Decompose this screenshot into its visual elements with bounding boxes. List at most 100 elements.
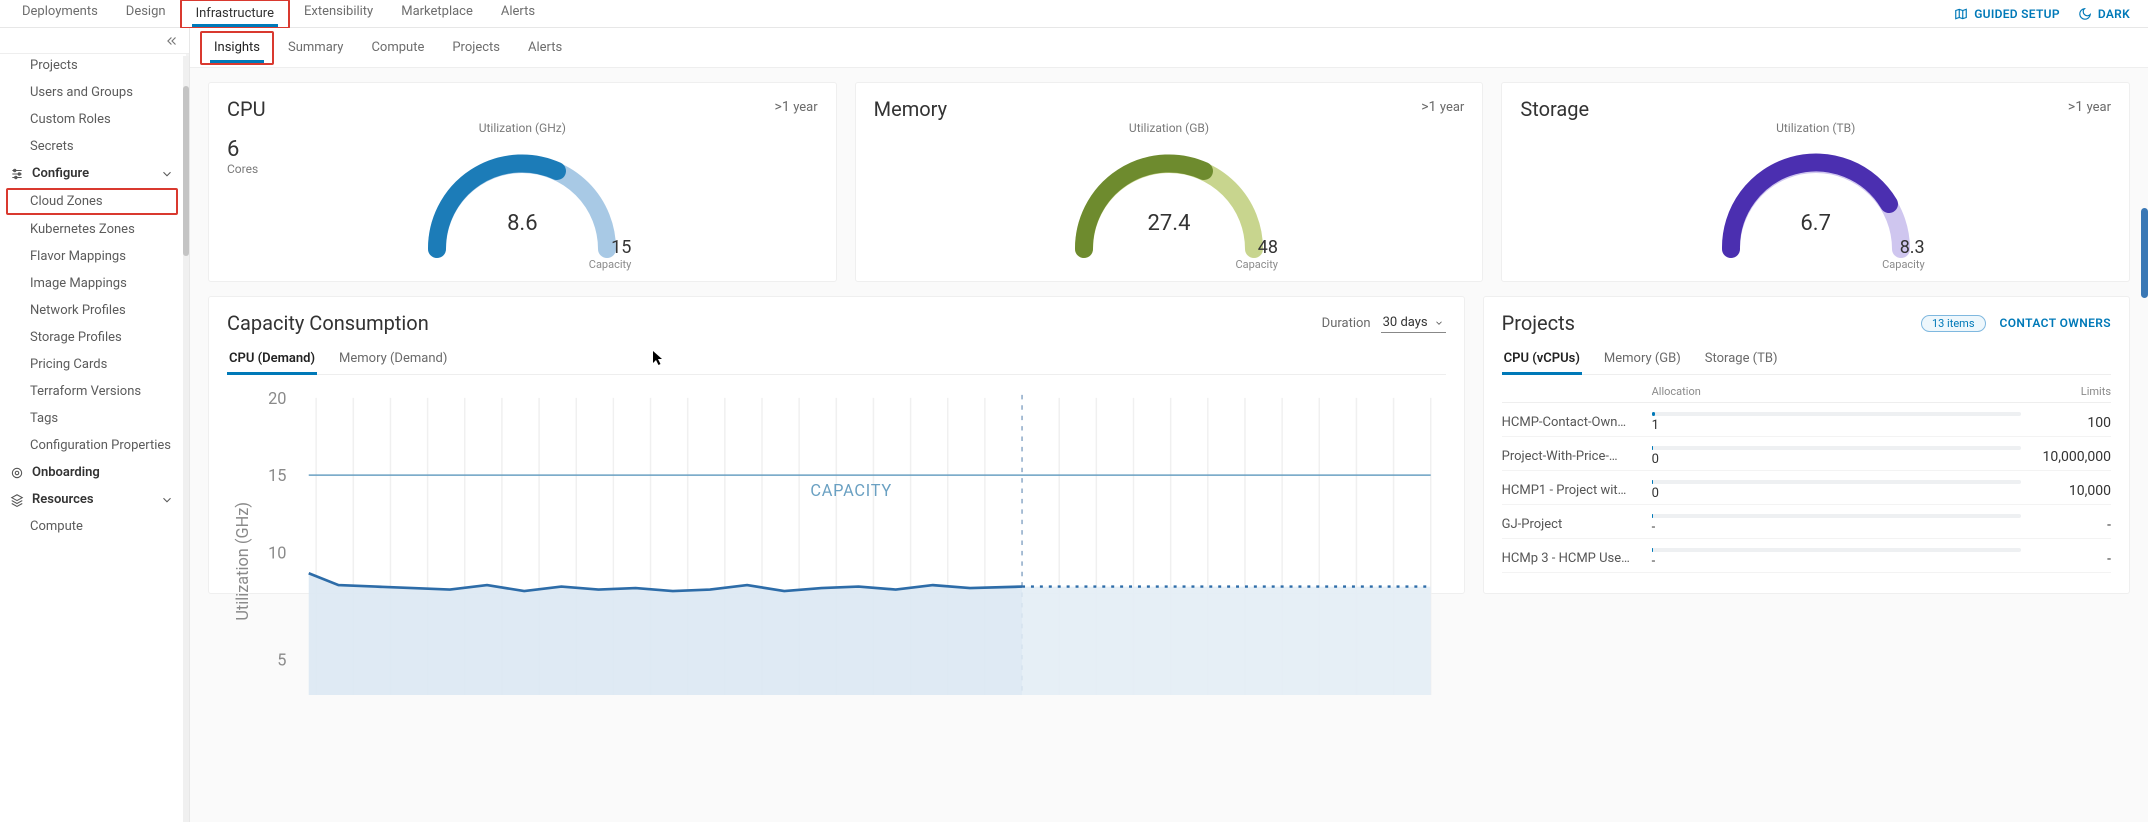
svg-text:Utilization (GHz): Utilization (GHz) — [233, 502, 252, 621]
sidebar-collapse-button[interactable] — [0, 28, 189, 54]
svg-text:15: 15 — [268, 466, 286, 485]
project-alloc-bar — [1652, 548, 2021, 552]
project-row[interactable]: HCMP1 - Project wit…010,000 — [1502, 471, 2111, 505]
project-alloc-bar — [1652, 446, 2021, 450]
capacity-title: Capacity Consumption — [227, 311, 429, 335]
project-alloc-value: 0 — [1652, 452, 2021, 467]
project-alloc-bar — [1652, 514, 2021, 518]
projects-count-badge: 13 items — [1921, 315, 1986, 332]
memory-gauge: 27.4 48Capacity — [1064, 139, 1274, 259]
sidebar-scrollbar[interactable] — [183, 56, 189, 822]
sidebar-group-configure[interactable]: Configure — [0, 160, 184, 187]
sidebar-item-cloud-zones[interactable]: Cloud Zones — [6, 188, 178, 215]
card-storage-range: >1 year — [2068, 99, 2111, 115]
sidebar-item-storage-profiles[interactable]: Storage Profiles — [0, 324, 184, 351]
sidebar-item-pricing-cards[interactable]: Pricing Cards — [0, 351, 184, 378]
tab-extensibility[interactable]: Extensibility — [290, 0, 387, 29]
card-cpu: CPU >1 year 6 Cores Utilization (GHz) 8.… — [208, 82, 837, 282]
sidebar-item-projects[interactable]: Projects — [0, 54, 184, 79]
project-limit-value: 100 — [2021, 415, 2111, 431]
dark-mode-toggle[interactable]: DARK — [2078, 7, 2130, 21]
tab-alerts[interactable]: Alerts — [487, 0, 549, 29]
capacity-chart: 20 15 10 5 CAPACITY — [227, 383, 1446, 593]
project-row[interactable]: GJ-Project-- — [1502, 505, 2111, 539]
project-alloc-value: - — [1652, 554, 2021, 569]
project-row[interactable]: HCMP-Contact-Own…1100 — [1502, 403, 2111, 437]
tab-infrastructure[interactable]: Infrastructure — [180, 0, 290, 29]
duration-select[interactable]: 30 days — [1381, 313, 1446, 333]
projects-tab-cpu[interactable]: CPU (vCPUs) — [1502, 345, 1582, 374]
project-name: HCMp 3 - HCMP Use… — [1502, 551, 1652, 566]
storage-gauge: 6.7 8.3Capacity — [1711, 139, 1921, 259]
project-alloc-value: - — [1652, 520, 2021, 535]
subtab-alerts[interactable]: Alerts — [514, 31, 576, 65]
sidebar-item-compute[interactable]: Compute — [0, 513, 184, 534]
subtab-summary[interactable]: Summary — [274, 31, 357, 65]
sidebar-item-image-mappings[interactable]: Image Mappings — [0, 270, 184, 297]
moon-icon — [2078, 7, 2092, 21]
cpu-gauge: 8.6 15Capacity — [417, 139, 627, 259]
sidebar-item-flavor-mappings[interactable]: Flavor Mappings — [0, 243, 184, 270]
sidebar-item-kubernetes-zones[interactable]: Kubernetes Zones — [0, 216, 184, 243]
sidebar-item-configuration-properties[interactable]: Configuration Properties — [0, 432, 184, 459]
project-limit-value: - — [2021, 517, 2111, 533]
sidebar-item-network-profiles[interactable]: Network Profiles — [0, 297, 184, 324]
sidebar-item-users-groups[interactable]: Users and Groups — [0, 79, 184, 106]
sidebar-item-secrets[interactable]: Secrets — [0, 133, 184, 160]
top-nav: Deployments Design Infrastructure Extens… — [0, 0, 2148, 28]
content: Insights Summary Compute Projects Alerts… — [190, 28, 2148, 822]
project-row[interactable]: Project-With-Price-…010,000,000 — [1502, 437, 2111, 471]
tab-design[interactable]: Design — [112, 0, 180, 29]
projects-tab-storage[interactable]: Storage (TB) — [1703, 345, 1780, 374]
storage-gauge-caption: Utilization (TB) — [1776, 121, 1855, 135]
card-cpu-range: >1 year — [775, 99, 818, 115]
panel-projects: Projects 13 items CONTACT OWNERS CPU (vC… — [1483, 296, 2130, 594]
top-tabs: Deployments Design Infrastructure Extens… — [8, 0, 549, 29]
sidebar: Administration Projects Users and Groups… — [0, 28, 190, 822]
project-limit-value: - — [2021, 551, 2111, 567]
chevron-down-icon — [1434, 318, 1444, 328]
sidebar-item-terraform-versions[interactable]: Terraform Versions — [0, 378, 184, 405]
svg-text:20: 20 — [268, 389, 286, 408]
map-icon — [1954, 7, 1968, 21]
svg-text:5: 5 — [277, 650, 286, 669]
chevron-down-icon — [160, 167, 174, 181]
projects-table-header: Allocation Limits — [1502, 385, 2111, 403]
project-name: Project-With-Price-… — [1502, 449, 1652, 464]
guided-setup-link[interactable]: GUIDED SETUP — [1954, 7, 2060, 21]
svg-text:10: 10 — [268, 543, 286, 562]
sidebar-group-resources[interactable]: Resources — [0, 486, 184, 513]
subtab-insights[interactable]: Insights — [200, 31, 274, 65]
card-cpu-cores: 6 Cores — [227, 137, 258, 176]
project-limit-value: 10,000 — [2021, 483, 2111, 499]
capacity-tabs: CPU (Demand) Memory (Demand) — [227, 345, 1446, 375]
card-storage: Storage >1 year Utilization (TB) 6.7 8.3… — [1501, 82, 2130, 282]
project-alloc-bar — [1652, 480, 2021, 484]
contact-owners-link[interactable]: CONTACT OWNERS — [2000, 316, 2112, 330]
sidebar-item-tags[interactable]: Tags — [0, 405, 184, 432]
projects-tab-memory[interactable]: Memory (GB) — [1602, 345, 1683, 374]
capacity-tab-memory[interactable]: Memory (Demand) — [337, 345, 449, 374]
project-alloc-value: 1 — [1652, 418, 2021, 433]
projects-tabs: CPU (vCPUs) Memory (GB) Storage (TB) — [1502, 345, 2111, 375]
project-limit-value: 10,000,000 — [2021, 449, 2111, 465]
project-row[interactable]: HCMp 3 - HCMP Use…-- — [1502, 539, 2111, 573]
tab-marketplace[interactable]: Marketplace — [387, 0, 487, 29]
sidebar-scrollbar-thumb[interactable] — [183, 86, 189, 256]
tab-deployments[interactable]: Deployments — [8, 0, 112, 29]
subtab-compute[interactable]: Compute — [357, 31, 438, 65]
panel-capacity: Capacity Consumption Duration 30 days CP… — [208, 296, 1465, 594]
chevron-down-icon — [160, 493, 174, 507]
card-memory: Memory >1 year Utilization (GB) 27.4 48C… — [855, 82, 1484, 282]
sidebar-item-custom-roles[interactable]: Custom Roles — [0, 106, 184, 133]
content-scrollbar-thumb[interactable] — [2141, 208, 2148, 298]
subtabs: Insights Summary Compute Projects Alerts — [190, 28, 2148, 68]
subtab-projects[interactable]: Projects — [438, 31, 514, 65]
capacity-tab-cpu[interactable]: CPU (Demand) — [227, 345, 317, 374]
sidebar-group-onboarding[interactable]: Onboarding — [0, 459, 184, 486]
content-scrollbar[interactable] — [2140, 28, 2148, 822]
project-name: HCMP-Contact-Own… — [1502, 415, 1652, 430]
card-storage-title: Storage — [1520, 97, 2111, 121]
stack-icon — [10, 493, 24, 507]
capacity-line-label: CAPACITY — [810, 481, 892, 500]
